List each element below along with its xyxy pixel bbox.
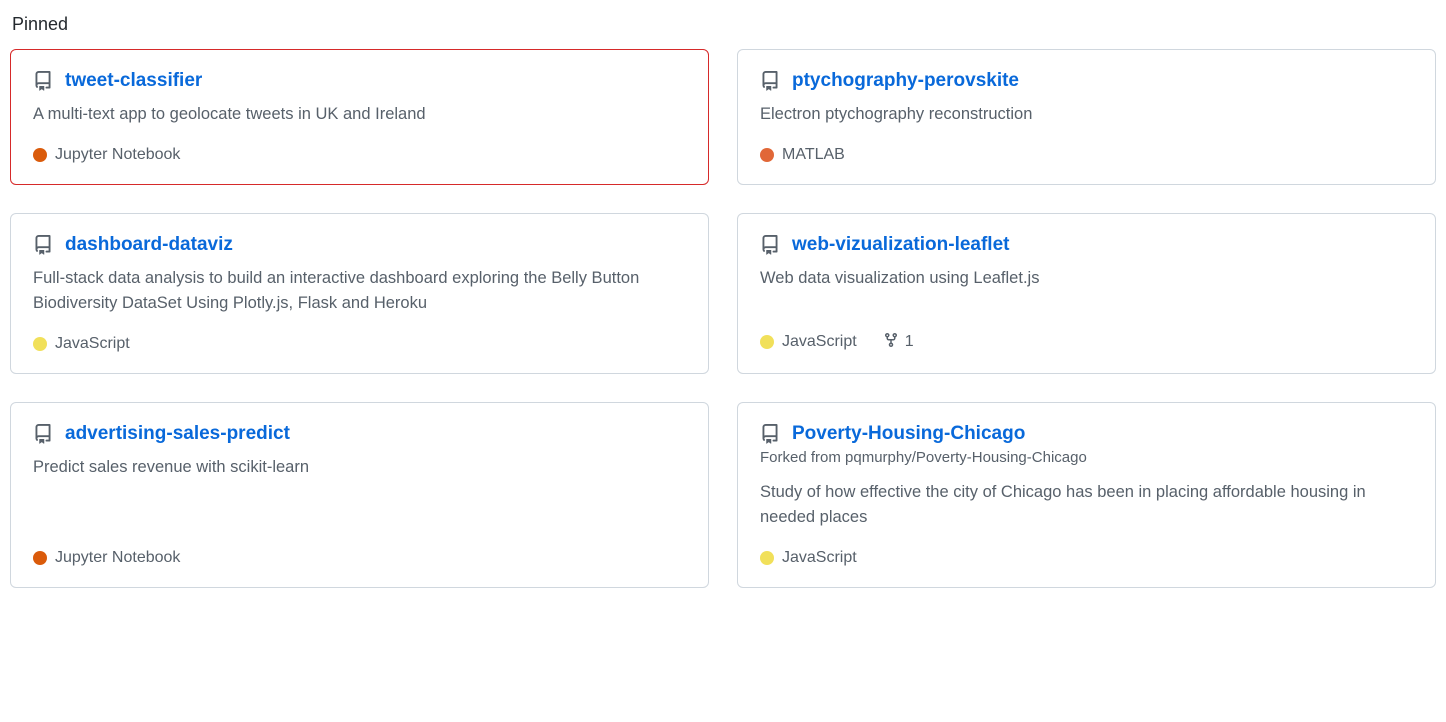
repo-card: tweet-classifier A multi-text app to geol…	[10, 49, 709, 185]
repo-language: MATLAB	[760, 146, 845, 164]
repo-language: Jupyter Notebook	[33, 146, 180, 164]
repo-icon	[760, 71, 780, 91]
repo-icon	[33, 235, 53, 255]
repo-name-link[interactable]: advertising-sales-predict	[65, 423, 290, 445]
language-color-dot	[33, 148, 47, 162]
language-name: JavaScript	[55, 335, 130, 353]
repo-card: advertising-sales-predict Predict sales r…	[10, 402, 709, 588]
forked-from-label: Forked from pqmurphy/Poverty-Housing-Chi…	[760, 449, 1413, 466]
language-color-dot	[760, 551, 774, 565]
repo-icon	[760, 235, 780, 255]
repo-name-link[interactable]: Poverty-Housing-Chicago	[792, 423, 1025, 445]
repo-name-link[interactable]: ptychography-perovskite	[792, 70, 1019, 92]
language-color-dot	[33, 551, 47, 565]
repo-card: ptychography-perovskite Electron ptychogr…	[737, 49, 1436, 185]
repo-meta: JavaScript	[760, 549, 1413, 567]
repo-card-header: dashboard-dataviz	[33, 234, 686, 256]
repo-icon	[33, 424, 53, 444]
language-name: JavaScript	[782, 549, 857, 567]
pinned-grid: tweet-classifier A multi-text app to geol…	[10, 49, 1436, 588]
repo-description: Web data visualization using Leaflet.js	[760, 266, 1413, 292]
repo-name-link[interactable]: tweet-classifier	[65, 70, 202, 92]
repo-icon	[760, 424, 780, 444]
language-name: Jupyter Notebook	[55, 549, 180, 567]
repo-language: JavaScript	[760, 549, 857, 567]
language-color-dot	[760, 148, 774, 162]
language-name: MATLAB	[782, 146, 845, 164]
repo-language: JavaScript	[760, 333, 857, 351]
repo-description: A multi-text app to geolocate tweets in …	[33, 102, 686, 128]
language-name: Jupyter Notebook	[55, 146, 180, 164]
repo-meta: JavaScript	[33, 335, 686, 353]
repo-meta: Jupyter Notebook	[33, 146, 686, 164]
repo-card-header: advertising-sales-predict	[33, 423, 686, 445]
forks-number: 1	[905, 333, 914, 351]
repo-description: Electron ptychography reconstruction	[760, 102, 1413, 128]
repo-meta: JavaScript 1	[760, 332, 1413, 353]
repo-card-header: Poverty-Housing-Chicago	[760, 423, 1413, 445]
language-color-dot	[33, 337, 47, 351]
pinned-heading: Pinned	[12, 14, 1436, 35]
forks-count[interactable]: 1	[883, 332, 914, 353]
repo-description: Full-stack data analysis to build an int…	[33, 266, 686, 317]
repo-language: Jupyter Notebook	[33, 549, 180, 567]
repo-card-header: ptychography-perovskite	[760, 70, 1413, 92]
language-name: JavaScript	[782, 333, 857, 351]
repo-description: Study of how effective the city of Chica…	[760, 480, 1413, 531]
repo-card-header: web-vizualization-leaflet	[760, 234, 1413, 256]
repo-name-link[interactable]: web-vizualization-leaflet	[792, 234, 1009, 256]
repo-language: JavaScript	[33, 335, 130, 353]
repo-description: Predict sales revenue with scikit-learn	[33, 455, 686, 481]
repo-card: dashboard-dataviz Full-stack data analysi…	[10, 213, 709, 374]
language-color-dot	[760, 335, 774, 349]
fork-icon	[883, 332, 899, 353]
repo-card: web-vizualization-leaflet Web data visual…	[737, 213, 1436, 374]
repo-card: Poverty-Housing-Chicago Forked from pqmur…	[737, 402, 1436, 588]
repo-name-link[interactable]: dashboard-dataviz	[65, 234, 233, 256]
repo-icon	[33, 71, 53, 91]
repo-meta: Jupyter Notebook	[33, 549, 686, 567]
repo-meta: MATLAB	[760, 146, 1413, 164]
repo-card-header: tweet-classifier	[33, 70, 686, 92]
